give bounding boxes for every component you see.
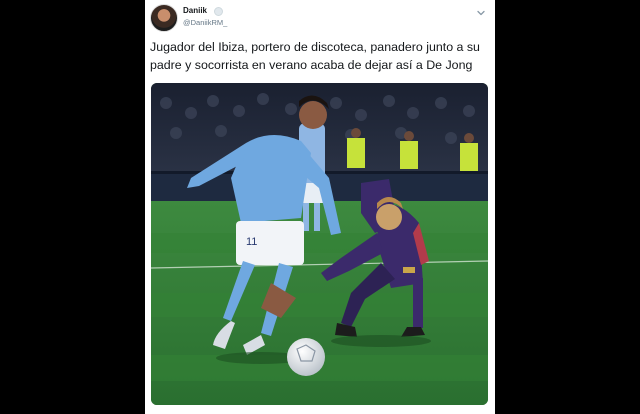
- tweet-card: Daniik @DaniikRM_ Jugador del Ibiza, por…: [145, 0, 495, 414]
- verified-icon: [214, 7, 223, 16]
- tweet-text: Jugador del Ibiza, portero de discoteca,…: [150, 40, 480, 72]
- user-handle[interactable]: @DaniikRM_: [183, 18, 227, 27]
- chevron-down-icon[interactable]: [476, 8, 486, 18]
- football-scene-illustration: 11: [151, 83, 488, 405]
- tweet-header: Daniik @DaniikRM_: [150, 4, 490, 32]
- football-icon: [287, 338, 325, 376]
- tweet-media-image[interactable]: 11: [151, 83, 488, 405]
- display-name[interactable]: Daniik: [183, 6, 207, 15]
- avatar[interactable]: [150, 4, 178, 32]
- jersey-number: 11: [246, 236, 257, 248]
